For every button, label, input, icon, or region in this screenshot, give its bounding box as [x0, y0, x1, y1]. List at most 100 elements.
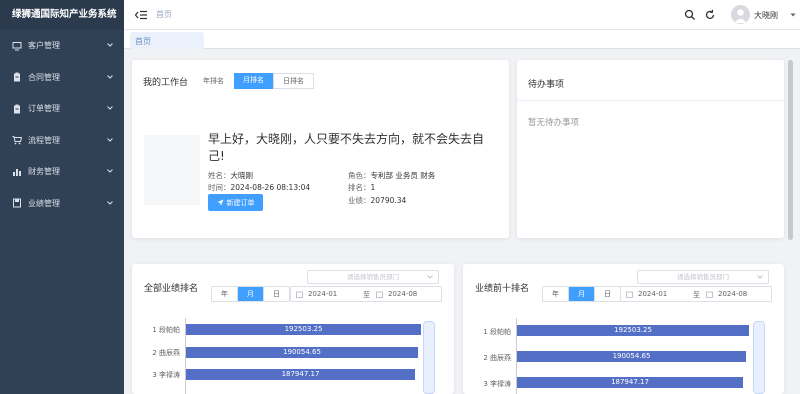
tags-view: 首页 — [124, 30, 800, 49]
sidebar-item-label: 流程管理 — [28, 135, 60, 145]
chevron-down-icon — [107, 169, 113, 173]
workbench-title: 我的工作台 — [143, 78, 189, 88]
sidebar-item-performance[interactable]: 业绩管理 — [0, 188, 124, 220]
range-start: 2024-01 — [308, 290, 338, 298]
avatar[interactable] — [731, 5, 750, 24]
ranking-all-card: 全部业绩排名 请选择销售员部门 年 月 日 2024-01 至 2024-08 … — [132, 264, 454, 394]
tab-month[interactable]: 月 — [238, 287, 264, 301]
dept-select-placeholder: 请选择销售员部门 — [677, 273, 729, 281]
refresh-icon[interactable] — [704, 9, 716, 21]
new-order-button[interactable]: 新建订单 — [208, 194, 263, 211]
bar-rank-2: 190054.65 — [186, 347, 418, 358]
cart-icon — [12, 135, 22, 145]
greeting-text: 早上好，大晓刚，人只要不失去方向，就不会失去自己! — [208, 132, 485, 163]
range-separator: 至 — [363, 291, 370, 299]
time-field: 时间：2024-08-26 08:13:04 — [208, 183, 311, 192]
chevron-down-icon — [107, 43, 113, 47]
tab-day[interactable]: 日 — [264, 287, 289, 301]
rank-label: 1 段帕帕 — [152, 326, 180, 334]
performance-field: 业绩：20790.34 — [348, 196, 407, 205]
save-icon — [12, 198, 22, 208]
send-icon — [217, 199, 223, 206]
tab-year[interactable]: 年 — [543, 287, 569, 301]
sidebar-item-orders[interactable]: 订单管理 — [0, 93, 124, 125]
chevron-down-icon — [427, 275, 433, 279]
range-end: 2024-08 — [718, 290, 748, 298]
avatar-image — [144, 135, 200, 205]
top-navbar: 首页 大晓刚 — [124, 0, 800, 30]
clipboard-icon — [12, 72, 22, 82]
chart-datazoom-slider[interactable] — [423, 321, 435, 394]
sidebar-item-contracts[interactable]: 合同管理 — [0, 62, 124, 94]
clipboard-icon — [12, 104, 22, 114]
workbench-card: 我的工作台 年排名 月排名 日排名 早上好，大晓刚，人只要不失去方向，就不会失去… — [132, 60, 509, 238]
chart-datazoom-slider[interactable] — [753, 321, 765, 394]
sidebar-item-label: 业绩管理 — [28, 198, 60, 208]
user-name[interactable]: 大晓刚 — [754, 10, 778, 21]
rank-field: 排名：1 — [348, 183, 376, 192]
tab-home[interactable]: 首页 — [130, 32, 204, 49]
chevron-down-icon — [107, 200, 113, 205]
sidebar-item-label: 订单管理 — [28, 104, 60, 114]
calendar-icon — [706, 291, 713, 298]
chart-icon — [12, 167, 22, 177]
search-icon[interactable] — [684, 9, 696, 21]
sidebar-item-finance[interactable]: 财务管理 — [0, 156, 124, 188]
bar-rank-2: 190054.65 — [517, 351, 746, 362]
ranking-top10-title: 业绩前十排名 — [475, 284, 530, 294]
rank-label: 1 段帕帕 — [483, 328, 511, 336]
tab-year[interactable]: 年 — [212, 287, 238, 301]
range-separator: 至 — [693, 291, 700, 299]
app-title: 绿狮通国际知产业务系统 — [0, 0, 124, 30]
ranking-top10-card: 业绩前十排名 请选择销售员部门 年 月 日 2024-01 至 2024-08 … — [463, 264, 784, 394]
tab-day[interactable]: 日 — [595, 287, 620, 301]
range-start: 2024-01 — [638, 290, 668, 298]
date-range-picker[interactable]: 2024-01 至 2024-08 — [620, 286, 772, 302]
dept-select[interactable]: 请选择销售员部门 — [307, 270, 439, 284]
todo-empty-text: 暂无待办事项 — [528, 118, 580, 128]
sidebar-item-customers[interactable]: 客户管理 — [0, 30, 124, 62]
page-scrollbar[interactable] — [788, 60, 793, 240]
calendar-icon — [376, 291, 383, 298]
dept-select-placeholder: 请选择销售员部门 — [347, 273, 399, 281]
ranking-all-title: 全部业绩排名 — [144, 284, 199, 294]
period-toggle: 年 月 日 — [211, 286, 290, 302]
chevron-down-icon — [107, 74, 113, 79]
tab-month[interactable]: 月 — [569, 287, 595, 301]
rank-period-toggle: 年排名 月排名 日排名 — [193, 73, 314, 89]
chevron-down-icon — [107, 106, 113, 110]
bar-rank-3: 187947.17 — [517, 377, 743, 388]
period-toggle: 年 月 日 — [542, 286, 621, 302]
calendar-icon — [626, 291, 633, 298]
rank-label: 3 李禄涛 — [483, 380, 511, 388]
tab-year-rank[interactable]: 年排名 — [193, 73, 234, 89]
dept-select[interactable]: 请选择销售员部门 — [637, 270, 769, 284]
chevron-down-icon — [757, 275, 763, 279]
calendar-icon — [296, 291, 303, 298]
todo-card: 待办事项 暂无待办事项 — [517, 60, 784, 238]
todo-title: 待办事项 — [528, 80, 565, 90]
breadcrumb[interactable]: 首页 — [156, 9, 172, 20]
rank-label: 2 曲辰燕 — [152, 349, 180, 357]
sidebar-item-label: 合同管理 — [28, 72, 60, 82]
rank-label: 2 曲辰燕 — [483, 354, 511, 362]
bar-rank-1: 192503.25 — [186, 324, 421, 335]
caret-down-icon[interactable] — [790, 12, 796, 18]
sidebar-item-workflow[interactable]: 流程管理 — [0, 125, 124, 157]
bar-rank-1: 192503.25 — [517, 325, 749, 336]
tab-day-rank[interactable]: 日排名 — [273, 73, 314, 89]
divider — [517, 100, 784, 101]
menu-fold-icon[interactable] — [134, 8, 148, 22]
bar-rank-3: 187947.17 — [186, 369, 415, 380]
chevron-down-icon — [107, 137, 113, 142]
role-field: 角色：专利部 业务员 财务 — [348, 171, 436, 180]
sidebar-item-label: 财务管理 — [28, 167, 60, 177]
date-range-picker[interactable]: 2024-01 至 2024-08 — [290, 286, 442, 302]
range-end: 2024-08 — [388, 290, 418, 298]
monitor-icon — [12, 41, 22, 51]
tab-month-rank[interactable]: 月排名 — [234, 73, 273, 89]
sidebar-item-label: 客户管理 — [28, 41, 60, 51]
rank-label: 3 李禄涛 — [152, 371, 180, 379]
name-field: 姓名：大晓刚 — [208, 171, 253, 180]
sidebar: 绿狮通国际知产业务系统 客户管理 合同管理 订单管理 流程管理 财务管理 业绩管… — [0, 0, 124, 394]
